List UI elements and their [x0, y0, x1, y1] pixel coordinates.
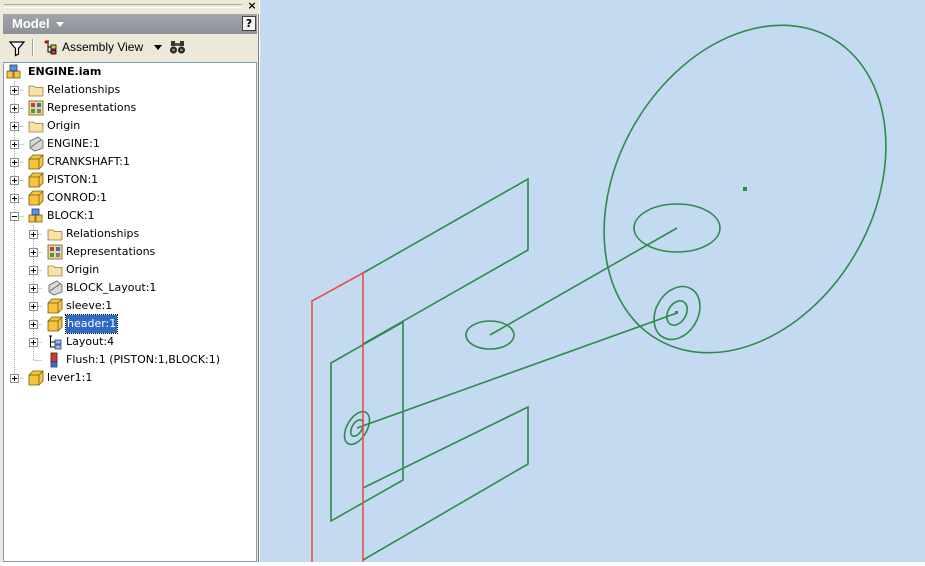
expand-icon[interactable] [10, 374, 19, 383]
upper-plate-outline [362, 177, 529, 345]
tree-item-origin[interactable]: Origin [4, 117, 254, 135]
panel-grip-bar[interactable]: × [0, 0, 259, 14]
lever-line [356, 312, 678, 429]
assembly-view-icon[interactable] [43, 39, 59, 55]
representations-icon [47, 244, 63, 260]
view-mode-label[interactable]: Assembly View [62, 40, 143, 54]
tree-item-piston[interactable]: PISTON:1 [4, 171, 254, 189]
representations-icon [28, 100, 44, 116]
tree-item-label[interactable]: CRANKSHAFT:1 [47, 153, 130, 171]
tree-item-block-origin[interactable]: Origin [4, 261, 254, 279]
folder-icon [28, 121, 44, 133]
filter-icon[interactable] [8, 39, 26, 57]
tree-item-label[interactable]: Flush:1 (PISTON:1,BLOCK:1) [66, 351, 220, 369]
expand-icon[interactable] [10, 140, 19, 149]
tree-item-label[interactable]: BLOCK_Layout:1 [66, 279, 156, 297]
layout-icon [49, 335, 62, 350]
expand-icon[interactable] [10, 158, 19, 167]
lower-plate-outline [362, 405, 529, 561]
expand-icon[interactable] [29, 320, 38, 329]
model-browser-panel: × Model ? Assembly View ENGINE.iam Relat… [0, 0, 259, 562]
expand-icon[interactable] [29, 302, 38, 311]
binoculars-icon[interactable] [169, 39, 187, 55]
tree-item-label[interactable]: Relationships [66, 225, 139, 243]
tree-item-conrod[interactable]: CONROD:1 [4, 189, 254, 207]
toolbar-separator [32, 39, 34, 56]
tree-item-label[interactable]: Layout:4 [66, 333, 114, 351]
tree-item-block[interactable]: BLOCK:1 [4, 207, 254, 225]
expand-icon[interactable] [29, 338, 38, 347]
panel-title-bar[interactable]: Model ? [3, 14, 257, 34]
graphics-viewport[interactable] [260, 0, 925, 562]
grip-lines [4, 4, 242, 8]
subassembly-icon [28, 208, 43, 223]
tree-item-label-selected[interactable]: header:1 [64, 314, 119, 334]
browser-toolbar: Assembly View [3, 36, 257, 60]
tree-item-label[interactable]: sleeve:1 [66, 297, 112, 315]
tree-item-relationships[interactable]: Relationships [4, 81, 254, 99]
tree-item-crankshaft[interactable]: CRANKSHAFT:1 [4, 153, 254, 171]
tree-item-label[interactable]: Origin [47, 117, 80, 135]
flush-constraint-icon [50, 352, 58, 368]
tree-item-header[interactable]: header:1 [4, 314, 254, 334]
conrod-line [489, 227, 678, 336]
tree-item-label[interactable]: Relationships [47, 81, 120, 99]
expand-icon[interactable] [10, 176, 19, 185]
tree-item-flush[interactable]: Flush:1 (PISTON:1,BLOCK:1) [4, 351, 254, 369]
tree-item-layout[interactable]: Layout:4 [4, 333, 254, 351]
tree-item-engine[interactable]: ENGINE:1 [4, 135, 254, 153]
part-icon [47, 298, 63, 314]
tree-item-block-layout[interactable]: BLOCK_Layout:1 [4, 279, 254, 297]
expand-icon[interactable] [10, 194, 19, 203]
part-icon [28, 370, 44, 386]
tree-item-label[interactable]: BLOCK:1 [47, 207, 95, 225]
tree-item-block-representations[interactable]: Representations [4, 243, 254, 261]
tree-item-label[interactable]: CONROD:1 [47, 189, 107, 207]
expand-icon[interactable] [10, 86, 19, 95]
folder-icon [47, 265, 63, 277]
sketch-part-icon [48, 280, 63, 296]
tree-item-label[interactable]: Representations [47, 99, 136, 117]
expand-icon[interactable] [10, 122, 19, 131]
sketch-part-icon [29, 136, 44, 152]
assembly-icon [6, 64, 21, 79]
expand-icon[interactable] [29, 248, 38, 257]
model-tree[interactable]: ENGINE.iam Relationships Representations… [3, 62, 257, 562]
tree-item-label[interactable]: lever1:1 [47, 369, 92, 387]
title-dropdown-icon[interactable] [56, 22, 64, 27]
sketch-canvas[interactable] [260, 0, 925, 562]
crank-circle [603, 24, 887, 354]
help-icon[interactable]: ? [242, 16, 256, 31]
tree-item-lever[interactable]: lever1:1 [4, 369, 254, 387]
expand-icon[interactable] [10, 104, 19, 113]
tree-item-label[interactable]: PISTON:1 [47, 171, 98, 189]
close-icon[interactable]: × [246, 0, 258, 12]
block-plate-outline [330, 320, 404, 523]
crank-center-point [743, 187, 747, 191]
part-icon [28, 154, 44, 170]
tree-root-label[interactable]: ENGINE.iam [28, 63, 101, 81]
tree-item-sleeve[interactable]: sleeve:1 [4, 297, 254, 315]
part-icon [28, 190, 44, 206]
tree-item-label[interactable]: ENGINE:1 [47, 135, 100, 153]
panel-title[interactable]: Model [12, 16, 50, 31]
folder-icon [47, 229, 63, 241]
tree-item-representations[interactable]: Representations [4, 99, 254, 117]
part-icon [28, 172, 44, 188]
expand-icon[interactable] [29, 230, 38, 239]
expand-icon[interactable] [29, 266, 38, 275]
view-mode-dropdown-icon[interactable] [154, 45, 162, 50]
tree-item-label[interactable]: Origin [66, 261, 99, 279]
pivot-center-point [675, 311, 678, 314]
collapse-icon[interactable] [10, 212, 19, 221]
part-icon [47, 316, 63, 332]
tree-item-block-relationships[interactable]: Relationships [4, 225, 254, 243]
tree-item-label[interactable]: Representations [66, 243, 155, 261]
highlighted-plane-edge [311, 271, 364, 562]
folder-icon [28, 85, 44, 97]
expand-icon[interactable] [29, 284, 38, 293]
